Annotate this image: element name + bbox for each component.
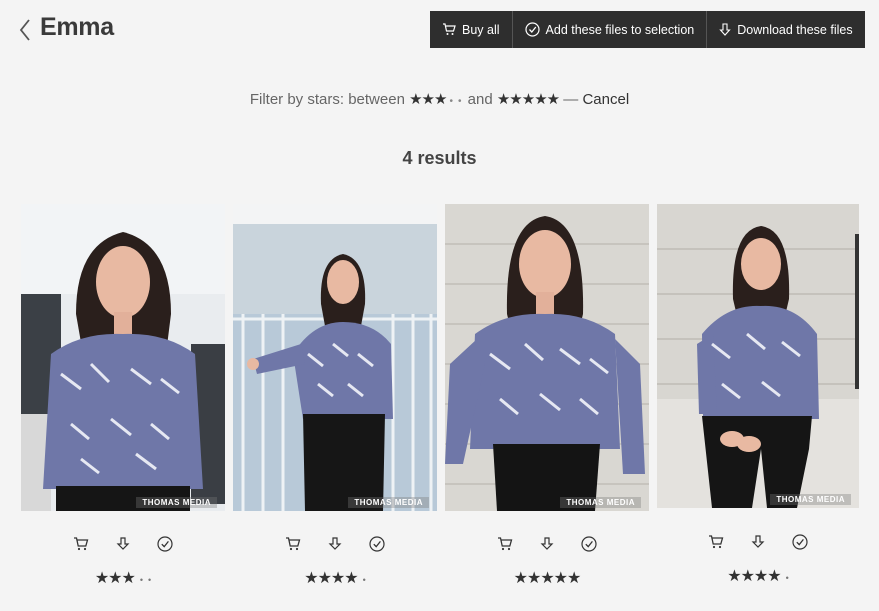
- star-filled-icon: ★: [753, 568, 768, 585]
- photo-actions: [233, 536, 437, 552]
- star-empty-icon: •: [362, 575, 366, 585]
- star-rating: ★★★★ •: [304, 570, 366, 587]
- star-filled-icon: ★: [546, 91, 560, 108]
- star-empty-icon: •: [139, 575, 144, 585]
- filter-max-stars[interactable]: ★★★★★: [496, 91, 560, 108]
- watermark: THOMAS MEDIA: [348, 497, 429, 508]
- filter-cancel-link[interactable]: Cancel: [582, 91, 629, 108]
- download-icon: [719, 22, 731, 37]
- buy-all-label: Buy all: [462, 22, 500, 37]
- check-circle-icon[interactable]: [792, 534, 808, 550]
- star-filled-icon: ★: [534, 91, 547, 108]
- star-filled-icon: ★: [121, 570, 136, 587]
- cart-icon[interactable]: [285, 536, 301, 552]
- photo-actions: [445, 536, 649, 552]
- back-arrow-icon[interactable]: [18, 18, 34, 42]
- photo-thumbnail[interactable]: THOMAS MEDIA: [233, 204, 437, 511]
- star-rating: ★★★ • •: [95, 570, 151, 587]
- photo-rating[interactable]: ★★★★★: [445, 568, 649, 588]
- watermark: THOMAS MEDIA: [136, 497, 217, 508]
- toolbar: Buy all Add these files to selection Dow…: [430, 11, 865, 48]
- star-filled-icon: ★: [344, 570, 358, 587]
- cart-icon[interactable]: [73, 536, 89, 552]
- buy-all-button[interactable]: Buy all: [430, 11, 513, 48]
- star-empty-icon: •: [148, 575, 152, 585]
- star-filled-icon: ★: [330, 570, 345, 587]
- cart-icon[interactable]: [497, 536, 513, 552]
- star-filled-icon: ★: [94, 570, 109, 587]
- star-filled-icon: ★: [521, 91, 535, 108]
- check-circle-icon[interactable]: [157, 536, 173, 552]
- star-filter: Filter by stars: between ★★★ • • and ★★★★★…: [0, 90, 879, 108]
- check-circle-icon[interactable]: [581, 536, 597, 552]
- star-filled-icon: ★: [767, 568, 781, 585]
- star-filled-icon: ★: [409, 91, 422, 108]
- page-title: Emma: [40, 13, 114, 41]
- download-icon[interactable]: [327, 536, 343, 552]
- star-empty-icon: •: [457, 96, 461, 107]
- cart-icon[interactable]: [708, 534, 724, 550]
- results-count: 4 results: [402, 148, 477, 168]
- star-filled-icon: ★: [304, 570, 318, 587]
- add-to-selection-label: Add these files to selection: [545, 22, 695, 37]
- star-rating: ★★★ • •: [409, 91, 463, 108]
- filter-min-stars[interactable]: ★★★ • •: [409, 91, 463, 108]
- photo-thumbnail[interactable]: THOMAS MEDIA: [657, 204, 859, 508]
- star-rating: ★★★★★: [513, 570, 582, 587]
- check-circle-icon: [524, 22, 540, 37]
- download-files-label: Download these files: [737, 22, 853, 37]
- star-rating: ★★★★ •: [727, 568, 789, 585]
- add-to-selection-button[interactable]: Add these files to selection: [512, 11, 708, 48]
- watermark: THOMAS MEDIA: [770, 494, 851, 505]
- photo-thumbnail[interactable]: THOMAS MEDIA: [445, 204, 649, 511]
- filter-and: and: [467, 91, 493, 108]
- star-filled-icon: ★: [433, 91, 447, 108]
- star-filled-icon: ★: [567, 570, 581, 587]
- star-empty-icon: •: [785, 573, 789, 583]
- download-icon[interactable]: [539, 536, 555, 552]
- star-filled-icon: ★: [740, 568, 755, 585]
- star-filled-icon: ★: [108, 570, 122, 587]
- download-files-button[interactable]: Download these files: [707, 11, 865, 48]
- star-filled-icon: ★: [509, 91, 522, 108]
- filter-prefix: Filter by stars: between: [249, 91, 405, 108]
- photo-rating[interactable]: ★★★★ •: [233, 568, 437, 588]
- star-filled-icon: ★: [513, 570, 528, 587]
- star-empty-icon: •: [449, 96, 452, 107]
- star-filled-icon: ★: [727, 568, 741, 585]
- star-filled-icon: ★: [496, 91, 510, 108]
- star-rating: ★★★★★: [496, 91, 560, 108]
- check-circle-icon[interactable]: [369, 536, 385, 552]
- watermark: THOMAS MEDIA: [560, 497, 641, 508]
- header: Emma Buy all Add these files to selectio…: [0, 0, 879, 60]
- photo-actions: [657, 534, 859, 550]
- cart-icon: [442, 23, 456, 36]
- photo-actions: [21, 536, 225, 552]
- star-filled-icon: ★: [526, 570, 541, 587]
- photo-thumbnail[interactable]: THOMAS MEDIA: [21, 204, 225, 511]
- filter-dash: —: [563, 91, 579, 108]
- download-icon[interactable]: [115, 536, 131, 552]
- star-filled-icon: ★: [317, 570, 332, 587]
- download-icon[interactable]: [750, 534, 766, 550]
- photo-rating[interactable]: ★★★ • •: [21, 568, 225, 588]
- star-filled-icon: ★: [553, 570, 568, 587]
- photo-rating[interactable]: ★★★★ •: [657, 566, 859, 586]
- star-filled-icon: ★: [421, 91, 435, 108]
- star-filled-icon: ★: [540, 570, 554, 587]
